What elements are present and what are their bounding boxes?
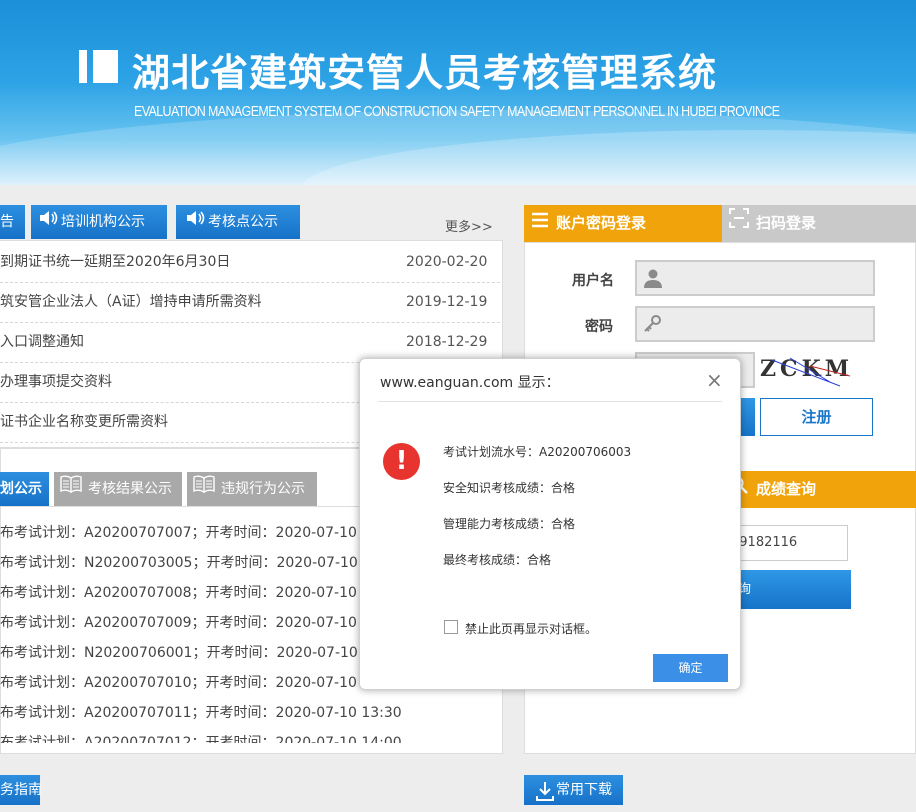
menu-icon <box>524 205 556 242</box>
guide-button[interactable]: 务指南 <box>0 775 42 805</box>
list-item[interactable]: 布考试计划：A20200707012；开考时间：2020-07-10 14:00 <box>0 732 402 743</box>
password-label: 密码 <box>585 319 613 335</box>
download-icon <box>536 781 554 812</box>
download-label: 常用下载 <box>556 782 612 798</box>
tab-label: 划公示 <box>0 481 42 497</box>
alert-dialog: www.eanguan.com 显示： × ! 考试计划流水号：A2020070… <box>359 358 741 690</box>
list-item[interactable]: 筑安管企业法人（A证）增持申请所需资料 2019-12-19 <box>0 282 500 323</box>
tab-exam-site[interactable]: 考核点公示 <box>176 205 300 239</box>
tab-label: 培训机构公示 <box>61 214 145 230</box>
tab-label: 扫码登录 <box>756 214 817 232</box>
list-item[interactable]: 布考试计划：A20200707010；开考时间：2020-07-10 13:3 <box>0 672 393 692</box>
register-button[interactable]: 注册 <box>760 398 873 436</box>
suppress-checkbox-label: 禁止此页再显示对话框。 <box>465 622 598 636</box>
list-item[interactable]: 布考试计划：N20200706001；开考时间：2020-07-10 13: <box>0 642 385 662</box>
speaker-icon <box>39 205 61 239</box>
tab-violation-notice[interactable]: 违规行为公示 <box>187 472 317 506</box>
download-button[interactable]: 常用下载 <box>524 775 623 805</box>
list-item[interactable]: 布考试计划：A20200707009；开考时间：2020-07-10 13:0 <box>0 612 393 632</box>
site-title: 湖北省建筑安管人员考核管理系统 <box>132 51 718 95</box>
tab-label: 账户密码登录 <box>556 214 647 232</box>
score-title: 成绩查询 <box>756 480 817 498</box>
suppress-checkbox[interactable] <box>444 620 458 634</box>
error-icon: ! <box>383 443 420 480</box>
book-icon <box>54 472 88 506</box>
tab-scan-login[interactable]: 扫码登录 <box>722 205 916 242</box>
speaker-icon <box>186 205 208 239</box>
password-input[interactable] <box>635 306 875 342</box>
tab-plan-notice[interactable]: 划公示 <box>0 472 49 506</box>
tab-account-login[interactable]: 账户密码登录 <box>524 205 722 242</box>
more-link[interactable]: 更多>> <box>445 216 493 235</box>
list-item[interactable]: 入口调整通知 2018-12-29 <box>0 322 500 363</box>
list-item[interactable]: 布考试计划：A20200707011；开考时间：2020-07-10 13:30 <box>0 702 402 722</box>
tab-result-notice[interactable]: 考核结果公示 <box>54 472 182 506</box>
username-label: 用户名 <box>572 273 614 289</box>
site-subtitle: EVALUATION MANAGEMENT SYSTEM OF CONSTRUC… <box>134 104 780 120</box>
key-icon <box>643 314 663 338</box>
dialog-title: www.eanguan.com 显示： <box>380 375 560 391</box>
list-item[interactable]: 布考试计划：A20200707008；开考时间：2020-07-10 13:0 <box>0 582 393 602</box>
tab-label: 考核结果公示 <box>88 481 172 497</box>
dialog-divider <box>378 401 722 402</box>
score-query-header: 成绩查询 <box>722 471 916 508</box>
tab-training-org[interactable]: 培训机构公示 <box>31 205 167 239</box>
list-item[interactable]: 布考试计划：A20200707007；开考时间：2020-07-10 10:0 <box>0 522 393 542</box>
dialog-line: 考试计划流水号：A20200706003 <box>443 445 632 459</box>
dialog-line: 管理能力考核成绩：合格 <box>443 517 576 531</box>
close-icon[interactable]: × <box>706 368 723 392</box>
list-item[interactable]: 到期证书统一延期至2020年6月30日 2020-02-20 <box>0 242 500 283</box>
list-item[interactable]: 布考试计划：N20200703005；开考时间：2020-07-10 10: <box>0 552 385 572</box>
dialog-line: 最终考核成绩：合格 <box>443 553 552 567</box>
username-input[interactable] <box>635 260 875 296</box>
captcha-image[interactable]: ZCKM <box>760 356 850 388</box>
ok-button[interactable]: 确定 <box>653 654 728 682</box>
logo-icon <box>79 50 87 83</box>
user-icon <box>643 268 663 292</box>
tab-label: 告 <box>0 214 14 230</box>
dialog-line: 安全知识考核成绩：合格 <box>443 481 576 495</box>
tab-notice[interactable]: 告 <box>0 205 25 239</box>
tab-label: 考核点公示 <box>208 214 278 230</box>
tab-label: 违规行为公示 <box>221 481 305 497</box>
book-icon <box>187 472 221 506</box>
scan-icon <box>722 205 756 242</box>
logo-block <box>93 50 118 83</box>
score-query-button[interactable]: 询 <box>722 570 851 609</box>
